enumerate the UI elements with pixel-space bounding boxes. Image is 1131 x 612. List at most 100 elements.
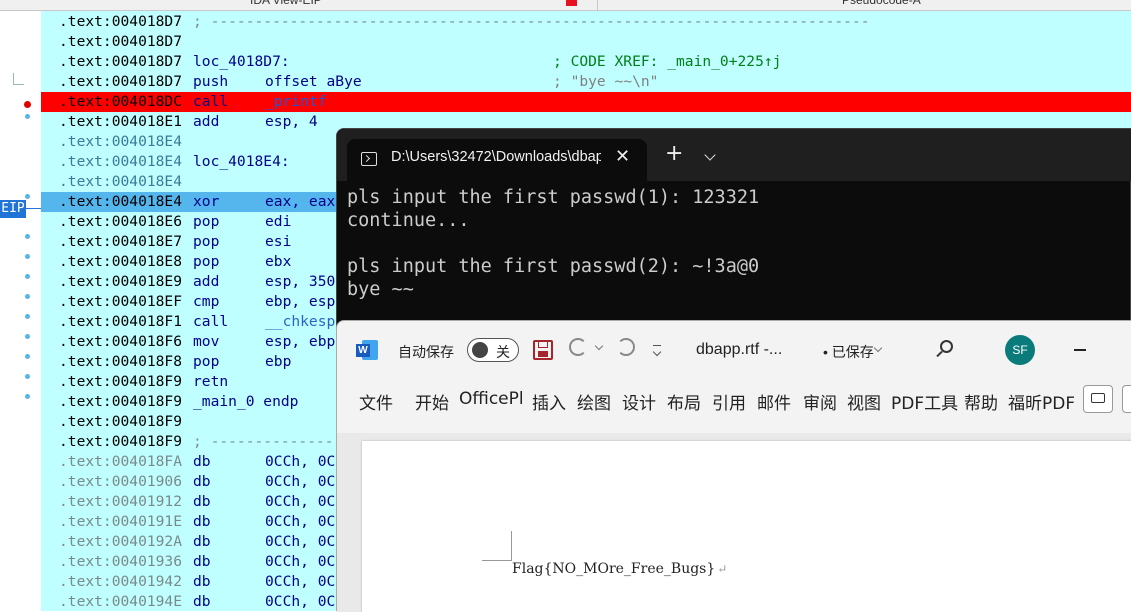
asm-address: .text:00401906 — [59, 473, 183, 490]
asm-function-ref[interactable]: _printf — [265, 92, 327, 112]
ribbon-tab-review[interactable]: 审阅 — [803, 389, 837, 414]
gutter-dot-icon[interactable] — [25, 334, 30, 339]
document-body-text[interactable]: Flag{NO_MOre_Free_Bugs} ↵ — [512, 561, 727, 577]
word-window[interactable]: W 自动保存 关 dbapp.rtf -... • 已保存 SF 文件 开始 O… — [336, 320, 1131, 612]
asm-address: .text:004018D7 — [59, 73, 183, 90]
ribbon-tab-insert[interactable]: 插入 — [532, 389, 566, 414]
asm-operand[interactable]: esi — [265, 232, 291, 252]
document-title[interactable]: dbapp.rtf -... — [696, 341, 782, 359]
eip-marker: EIP — [0, 200, 26, 218]
asm-address: .text:004018EF — [59, 293, 183, 310]
redo-icon[interactable] — [617, 338, 635, 356]
document-canvas: Flag{NO_MOre_Free_Bugs} ↵ — [337, 433, 1131, 612]
ribbon-tab-home[interactable]: 开始 — [415, 389, 449, 414]
asm-address: .text:004018E4 — [59, 173, 183, 190]
asm-address: .text:004018E8 — [59, 253, 183, 270]
customize-toolbar-icon[interactable] — [653, 345, 661, 348]
gutter-dot-icon[interactable] — [25, 314, 30, 319]
terminal-tab[interactable]: D:\Users\32472\Downloads\dbapp.exe ✕ — [347, 139, 647, 181]
asm-address: .text:00401936 — [59, 553, 183, 570]
asm-operand[interactable]: eax, eax — [265, 192, 335, 212]
document-page[interactable]: Flag{NO_MOre_Free_Bugs} ↵ — [362, 441, 1131, 612]
word-logo-icon: W — [356, 340, 378, 360]
asm-mnemonic: add — [193, 273, 220, 290]
asm-operand[interactable]: esp, ebp — [265, 332, 335, 352]
gutter-dot-icon[interactable] — [25, 194, 30, 199]
tab-close-icon[interactable] — [566, 0, 577, 6]
ribbon-tab-file[interactable]: 文件 — [359, 389, 393, 414]
asm-address: .text:004018E1 — [59, 113, 183, 130]
ribbon-tab-foxit-pdf[interactable]: 福昕PDF — [1008, 389, 1074, 414]
asm-mnemonic: pop — [193, 253, 220, 270]
asm-operand[interactable]: ebp, esp — [265, 292, 335, 312]
asm-label[interactable]: _main_0 endp — [193, 392, 298, 412]
terminal-tab-title: D:\Users\32472\Downloads\dbapp.exe — [391, 149, 601, 165]
gutter-dot-icon[interactable] — [25, 114, 30, 119]
gutter-dot-icon[interactable] — [25, 294, 30, 299]
ribbon-tab-view[interactable]: 视图 — [847, 389, 881, 414]
terminal-icon — [361, 152, 377, 166]
autosave-label: 自动保存 — [398, 344, 454, 360]
asm-line[interactable]: .text:004018D7 — [41, 32, 1131, 52]
asm-xref-comment[interactable]: ; CODE XREF: _main_0+225↑j — [553, 52, 781, 72]
ribbon-tab-layout[interactable]: 布局 — [667, 389, 701, 414]
chevron-down-icon[interactable] — [873, 343, 883, 353]
undo-icon[interactable] — [569, 338, 587, 356]
tab-ida-view[interactable]: IDA View-EIP — [250, 0, 322, 9]
editing-mode-button[interactable] — [1122, 385, 1131, 413]
gutter-dot-icon[interactable] — [25, 374, 30, 379]
asm-address: .text:004018D7 — [59, 33, 183, 50]
asm-address: .text:004018FA — [59, 453, 183, 470]
undo-dropdown-icon[interactable] — [594, 341, 604, 351]
asm-line[interactable]: .text:004018DC call _printf — [41, 92, 1131, 112]
asm-mnemonic: pop — [193, 233, 220, 250]
asm-operand[interactable]: ebx — [265, 252, 291, 272]
asm-address: .text:004018DC — [59, 93, 183, 110]
asm-mnemonic: db — [193, 593, 211, 610]
ribbon-tab-design[interactable]: 设计 — [622, 389, 656, 414]
asm-label[interactable]: loc_4018E4: — [193, 152, 290, 172]
gutter-dot-icon[interactable] — [25, 354, 30, 359]
terminal-output-line: pls input the first passwd(2): ~!3a@0 — [347, 256, 760, 277]
autosave-state: 关 — [496, 344, 510, 360]
asm-line[interactable]: .text:004018D7 loc_4018D7: ; CODE XREF: _m… — [41, 52, 1131, 72]
gutter-dot-icon[interactable] — [25, 274, 30, 279]
asm-address: .text:0040192A — [59, 533, 183, 550]
paragraph-mark-icon: ↵ — [717, 562, 728, 576]
new-tab-icon[interactable]: + — [665, 143, 683, 165]
toggle-knob — [472, 342, 488, 358]
ribbon-tab-references[interactable]: 引用 — [712, 389, 746, 414]
gutter-dot-icon[interactable] — [25, 234, 30, 239]
asm-operand[interactable]: esp, 4 — [265, 112, 318, 132]
ribbon-tab-officeplus[interactable]: OfficePl — [459, 389, 525, 409]
ribbon-tab-mailings[interactable]: 邮件 — [757, 389, 791, 414]
ribbon-tab-draw[interactable]: 绘图 — [577, 389, 611, 414]
chevron-down-icon[interactable] — [704, 149, 716, 161]
autosave-toggle[interactable]: 关 — [467, 338, 519, 362]
asm-mnemonic: call — [193, 313, 229, 330]
save-status[interactable]: • 已保存 — [823, 342, 874, 362]
asm-label[interactable]: loc_4018D7: — [193, 52, 290, 72]
asm-line[interactable]: .text:004018D7 push offset aBye ; "bye ~~\n… — [41, 72, 1131, 92]
ribbon-tab-help[interactable]: 帮助 — [964, 389, 998, 414]
asm-operand[interactable]: offset aBye — [265, 72, 362, 92]
save-icon[interactable] — [533, 340, 553, 360]
asm-operand[interactable]: esp, 350 — [265, 272, 335, 292]
tab-pseudocode[interactable]: Pseudocode-A — [842, 0, 921, 9]
breakpoint-icon[interactable] — [24, 101, 31, 108]
search-icon[interactable] — [940, 340, 953, 353]
comment-icon[interactable] — [1083, 385, 1113, 413]
asm-operand[interactable]: edi — [265, 212, 291, 232]
ida-gutter: EIP — [0, 11, 42, 611]
gutter-dot-icon[interactable] — [25, 394, 30, 399]
ribbon-tab-pdf-tools[interactable]: PDF工具 — [891, 389, 958, 414]
avatar[interactable]: SF — [1005, 335, 1035, 365]
asm-function-ref[interactable]: __chkesp — [265, 312, 335, 332]
close-icon[interactable]: ✕ — [615, 146, 630, 167]
gutter-dot-icon[interactable] — [25, 254, 30, 259]
minimize-icon[interactable] — [1074, 349, 1086, 351]
asm-line[interactable]: .text:004018D7 ; ------------------------… — [41, 12, 1131, 32]
asm-operand[interactable]: ebp — [265, 352, 291, 372]
ida-tab-strip: IDA View-EIP Pseudocode-A — [0, 0, 1131, 11]
asm-mnemonic: mov — [193, 333, 220, 350]
